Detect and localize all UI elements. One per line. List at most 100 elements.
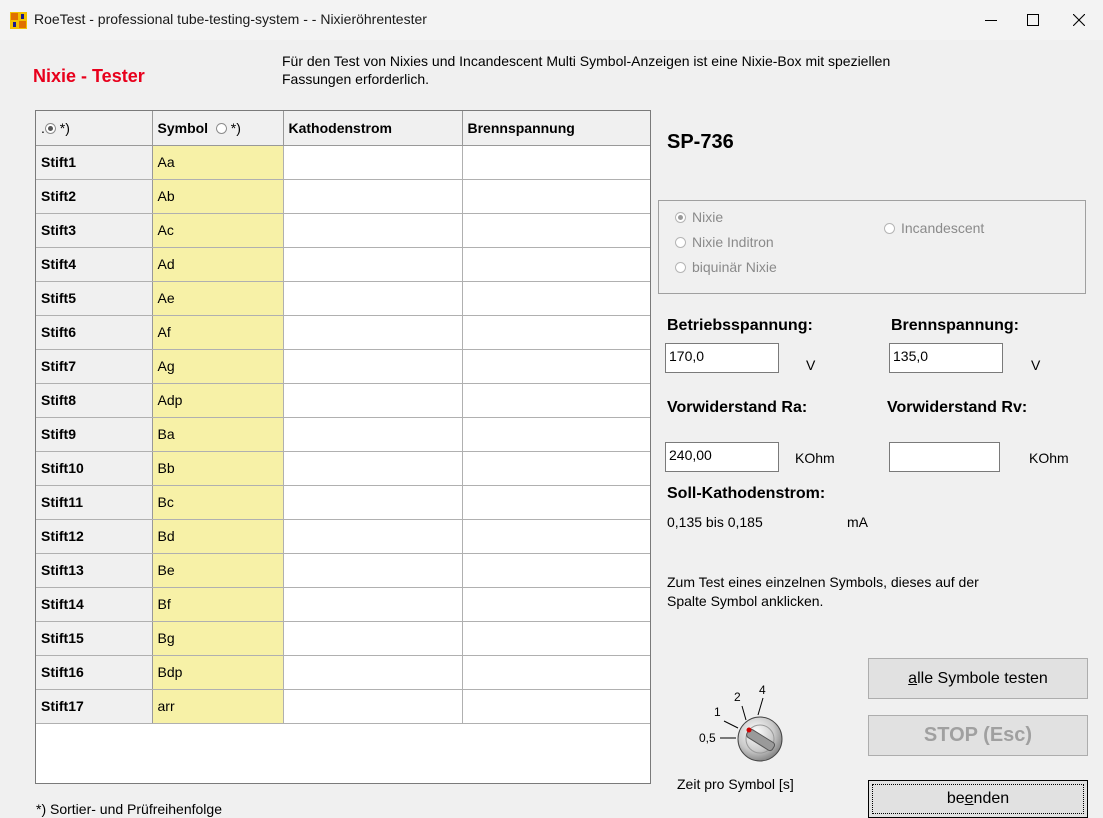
symbol-cell[interactable]: Ad [152,247,284,282]
symbol-cell[interactable]: Af [152,315,284,350]
option-biquinar[interactable]: biquinär Nixie [675,259,777,275]
option-nixie-inditron[interactable]: Nixie Inditron [675,234,774,250]
pin-cell: Stift1 [36,145,153,180]
nixie-radio[interactable] [675,211,686,223]
stop-button[interactable]: STOP (Esc) [868,715,1088,756]
symbol-cell[interactable]: Bf [152,587,284,622]
burn-voltage-cell [462,179,650,214]
table-row[interactable]: Stift7 Ag [36,349,650,384]
quit-button[interactable]: beenden [868,780,1088,818]
table-row[interactable]: Stift15 Bg [36,621,650,656]
title-bar: RoeTest - professional tube-testing-syst… [0,0,1103,40]
cathode-current-cell [283,349,463,384]
cathode-current-cell [283,213,463,248]
cathode-current-cell [283,587,463,622]
knob-scale-label: 0,5 [699,731,716,745]
symbol-cell[interactable]: Be [152,553,284,588]
pin-order-radio[interactable] [44,122,56,134]
symbol-cell[interactable]: Aa [152,145,284,180]
option-nixie[interactable]: Nixie [675,209,723,225]
table-row[interactable]: Stift9 Ba [36,417,650,452]
burn-voltage-cell [462,621,650,656]
pin-cell: Stift16 [36,655,153,690]
symbol-grid[interactable]: . *) Symbol *) Kathodenstrom Brennspannu… [35,110,651,784]
symbol-cell[interactable]: Bdp [152,655,284,690]
burn-voltage-input[interactable]: 135,0 [889,343,1003,373]
incandescent-radio[interactable] [884,222,895,234]
operating-voltage-input[interactable]: 170,0 [665,343,779,373]
table-row[interactable]: Stift11 Bc [36,485,650,520]
symbol-cell[interactable]: Adp [152,383,284,418]
knob-scale-label: 4 [759,683,766,697]
quit-label: beenden [946,790,1010,807]
maximize-button[interactable] [1010,0,1056,40]
symbol-cell[interactable]: Ab [152,179,284,214]
table-row[interactable]: Stift3 Ac [36,213,650,248]
grid-header-row: . *) Symbol *) Kathodenstrom Brennspannu… [36,111,650,146]
maximize-icon [1027,14,1039,26]
symbol-cell[interactable]: Bg [152,621,284,656]
table-row[interactable]: Stift14 Bf [36,587,650,622]
symbol-cell[interactable]: Ba [152,417,284,452]
series-resistor-rv-input[interactable] [889,442,1000,472]
tube-model: SP-736 [667,131,734,153]
pin-order-header[interactable]: . *) [36,111,153,146]
table-row[interactable]: Stift16 Bdp [36,655,650,690]
burn-voltage-cell [462,655,650,690]
series-resistor-ra-input[interactable]: 240,00 [665,442,779,472]
test-all-symbols-button[interactable]: alle Symbole testen [868,658,1088,699]
cathode-current-cell [283,315,463,350]
minimize-button[interactable] [968,0,1014,40]
symbol-column-header[interactable]: Symbol *) [152,111,284,146]
burn-voltage-cell [462,519,650,554]
burn-voltage-cell [462,485,650,520]
table-row[interactable]: Stift2 Ab [36,179,650,214]
table-row[interactable]: Stift6 Af [36,315,650,350]
symbol-cell[interactable]: Ac [152,213,284,248]
pin-cell: Stift6 [36,315,153,350]
pin-cell: Stift4 [36,247,153,282]
info-line: Fassungen erforderlich. [282,71,430,87]
info-line: Für den Test von Nixies und Incandescent… [282,53,891,69]
symbol-header-label: Symbol [157,119,209,136]
symbol-order-radio[interactable] [215,122,227,134]
footnote: *) Sortier- und Prüfreihenfolge [36,801,222,817]
table-row[interactable]: Stift1 Aa [36,145,650,180]
symbol-cell[interactable]: arr [152,689,284,724]
table-row[interactable]: Stift12 Bd [36,519,650,554]
series-resistor-ra-label: Vorwiderstand Ra: [667,399,808,416]
page-title: Nixie - Tester [33,66,145,86]
time-per-symbol-knob[interactable]: 0,5 1 2 4 [690,683,800,763]
nixie-inditron-radio[interactable] [675,236,686,248]
table-row[interactable]: Stift10 Bb [36,451,650,486]
symbol-cell[interactable]: Bd [152,519,284,554]
table-row[interactable]: Stift8 Adp [36,383,650,418]
window-title: RoeTest - professional tube-testing-syst… [34,11,427,27]
table-row[interactable]: Stift17 arr [36,689,650,724]
burn-voltage-cell [462,145,650,180]
table-row[interactable]: Stift4 Ad [36,247,650,282]
symbol-cell[interactable]: Ag [152,349,284,384]
symbol-cell[interactable]: Bc [152,485,284,520]
burn-voltage-cell [462,587,650,622]
tube-type-group: Nixie Nixie Inditron biquinär Nixie Inca… [658,200,1086,294]
target-current-label: Soll-Kathodenstrom: [667,485,826,502]
table-row[interactable]: Stift13 Be [36,553,650,588]
pin-cell: Stift17 [36,689,153,724]
burn-voltage-cell [462,247,650,282]
burn-voltage-cell [462,383,650,418]
biquinar-radio[interactable] [675,261,686,273]
burn-voltage-cell [462,451,650,486]
close-button[interactable] [1056,0,1102,40]
cathode-current-cell [283,485,463,520]
option-label: Nixie [692,209,724,225]
burn-voltage-cell [462,553,650,588]
symbol-cell[interactable]: Bb [152,451,284,486]
burn-voltage-cell [462,417,650,452]
option-incandescent[interactable]: Incandescent [884,220,984,236]
knob-scale-label: 1 [714,705,721,719]
burn-voltage-cell [462,315,650,350]
table-row[interactable]: Stift5 Ae [36,281,650,316]
symbol-cell[interactable]: Ae [152,281,284,316]
cathode-current-cell [283,451,463,486]
